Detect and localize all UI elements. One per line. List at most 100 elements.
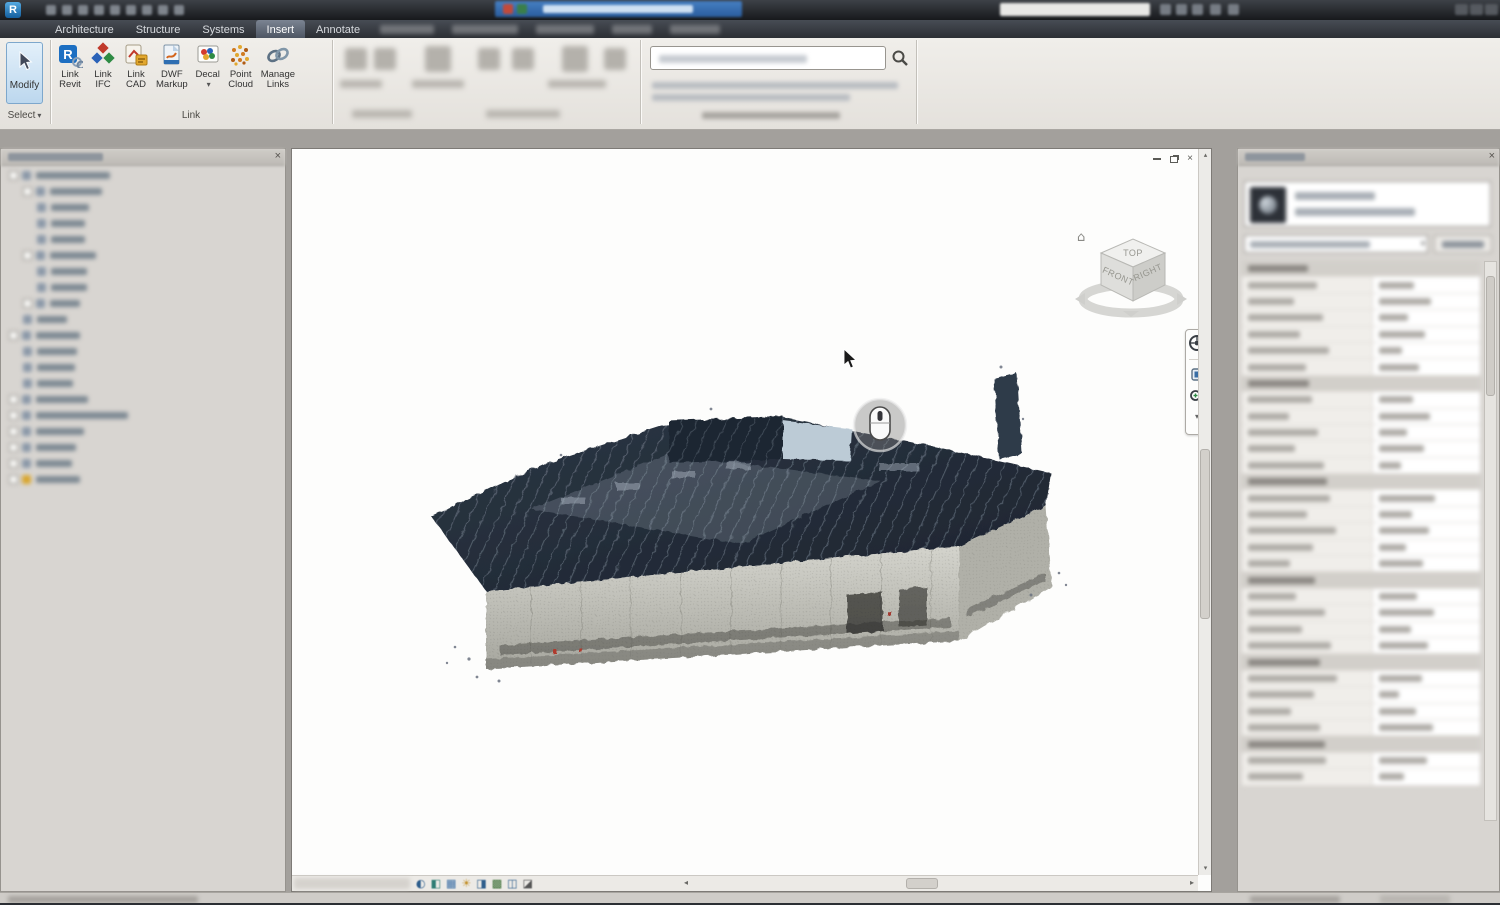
tree-expander-icon[interactable] [9, 427, 18, 436]
tree-item[interactable] [1, 279, 285, 295]
view-restore-icon[interactable] [1170, 156, 1178, 163]
property-row[interactable] [1242, 638, 1480, 654]
property-row[interactable] [1242, 327, 1480, 343]
close-icon[interactable]: × [1489, 150, 1495, 162]
property-row[interactable] [1242, 425, 1480, 441]
point-cloud-button[interactable]: PointCloud [226, 40, 256, 106]
property-row[interactable] [1242, 490, 1480, 506]
tree-item[interactable] [1, 327, 285, 343]
infocenter-icon[interactable] [1210, 4, 1221, 15]
tree-item[interactable] [1, 471, 285, 487]
blurred-ribbon-icon[interactable] [425, 46, 451, 72]
tree-expander-icon[interactable] [9, 411, 18, 420]
property-row[interactable] [1242, 720, 1480, 736]
property-value-blurred[interactable] [1379, 757, 1427, 764]
qat-icon[interactable] [158, 5, 168, 15]
tree-item[interactable] [1, 407, 285, 423]
property-row[interactable] [1242, 507, 1480, 523]
property-value-blurred[interactable] [1379, 708, 1416, 715]
property-value-blurred[interactable] [1379, 314, 1408, 321]
maximize-window-button[interactable] [1470, 4, 1483, 15]
manage-links-button[interactable]: ManageLinks [259, 40, 297, 106]
qat-icon[interactable] [142, 5, 152, 15]
property-row[interactable] [1242, 359, 1480, 375]
ribbon-tab-blurred[interactable] [380, 25, 434, 34]
view-control-icon[interactable]: ◧ [431, 876, 441, 892]
property-row[interactable] [1242, 671, 1480, 687]
scroll-up-icon[interactable]: ▴ [1199, 149, 1212, 162]
property-value-blurred[interactable] [1379, 511, 1412, 518]
ribbon-tab-blurred[interactable] [536, 25, 594, 34]
link-cad-button[interactable]: LinkCAD [121, 40, 151, 106]
properties-header[interactable] [1238, 149, 1499, 166]
modify-button[interactable]: Modify [6, 42, 43, 104]
property-row[interactable] [1242, 277, 1480, 293]
property-value-blurred[interactable] [1379, 544, 1406, 551]
tree-expander-icon[interactable] [23, 251, 32, 260]
property-row[interactable] [1242, 458, 1480, 474]
qat-icon[interactable] [174, 5, 184, 15]
tree-expander-icon[interactable] [23, 299, 32, 308]
ribbon-tab-blurred[interactable] [452, 25, 518, 34]
qat-icon[interactable] [126, 5, 136, 15]
tree-item[interactable] [1, 423, 285, 439]
scroll-down-icon[interactable]: ▾ [1199, 862, 1212, 875]
tree-item[interactable] [1, 231, 285, 247]
qat-icon[interactable] [110, 5, 120, 15]
view-control-icon[interactable]: ☀ [461, 876, 471, 892]
property-row[interactable] [1242, 409, 1480, 425]
revit-app-logo[interactable]: R [5, 2, 21, 18]
minimize-window-button[interactable] [1455, 4, 1468, 15]
view-control-icon[interactable]: ◨ [476, 876, 486, 892]
tree-item[interactable] [1, 455, 285, 471]
status-filter-blurred[interactable] [1250, 896, 1340, 903]
blurred-ribbon-icon[interactable] [512, 48, 534, 70]
property-value-blurred[interactable] [1379, 282, 1414, 289]
property-value-blurred[interactable] [1379, 609, 1434, 616]
tree-item[interactable] [1, 199, 285, 215]
tree-expander-icon[interactable] [23, 187, 32, 196]
property-row[interactable] [1242, 392, 1480, 408]
property-value-blurred[interactable] [1379, 724, 1433, 731]
property-value-blurred[interactable] [1379, 495, 1435, 502]
tree-item[interactable] [1, 311, 285, 327]
property-row[interactable] [1242, 687, 1480, 703]
view-control-icon[interactable]: ▩ [492, 876, 502, 892]
link-revit-button[interactable]: R LinkRevit [55, 40, 85, 106]
view-control-icon[interactable]: ◐ [416, 876, 426, 892]
tree-item[interactable] [1, 359, 285, 375]
property-row[interactable] [1242, 540, 1480, 556]
property-value-blurred[interactable] [1379, 773, 1404, 780]
blurred-ribbon-icon[interactable] [562, 46, 588, 72]
scroll-right-icon[interactable]: ▸ [1190, 878, 1194, 887]
close-window-button[interactable] [1485, 4, 1498, 15]
decal-button[interactable]: Decal ▾ [193, 40, 223, 106]
properties-scrollbar[interactable] [1484, 261, 1497, 821]
ribbon-tab-architecture[interactable]: Architecture [44, 20, 125, 38]
tree-expander-icon[interactable] [9, 171, 18, 180]
canvas-vertical-scrollbar[interactable]: ▴ ▾ [1198, 149, 1211, 875]
property-row[interactable] [1242, 310, 1480, 326]
property-value-blurred[interactable] [1379, 675, 1422, 682]
ribbon-tab-annotate[interactable]: Annotate [305, 20, 371, 38]
tree-expander-icon[interactable] [9, 475, 18, 484]
infocenter-search-input[interactable] [1000, 3, 1150, 16]
view-control-icon[interactable]: ◪ [523, 876, 533, 892]
property-row[interactable] [1242, 605, 1480, 621]
drawing-area[interactable]: × TOP FRONT RIGHT ⌂ [291, 148, 1212, 892]
tree-item[interactable] [1, 215, 285, 231]
infocenter-icon[interactable] [1228, 4, 1239, 15]
property-value-blurred[interactable] [1379, 298, 1431, 305]
property-value-blurred[interactable] [1379, 691, 1399, 698]
viewcube-top-label[interactable]: TOP [1123, 248, 1143, 258]
property-row[interactable] [1242, 704, 1480, 720]
scroll-left-icon[interactable]: ◂ [684, 878, 688, 887]
property-value-blurred[interactable] [1379, 527, 1429, 534]
ribbon-tab-blurred[interactable] [670, 25, 720, 34]
ribbon-tab-insert[interactable]: Insert [256, 20, 306, 38]
tree-item[interactable] [1, 439, 285, 455]
infocenter-icon[interactable] [1192, 4, 1203, 15]
ribbon-tab-systems[interactable]: Systems [191, 20, 255, 38]
tree-item[interactable] [1, 391, 285, 407]
dwf-markup-button[interactable]: DWFMarkup [154, 40, 190, 106]
